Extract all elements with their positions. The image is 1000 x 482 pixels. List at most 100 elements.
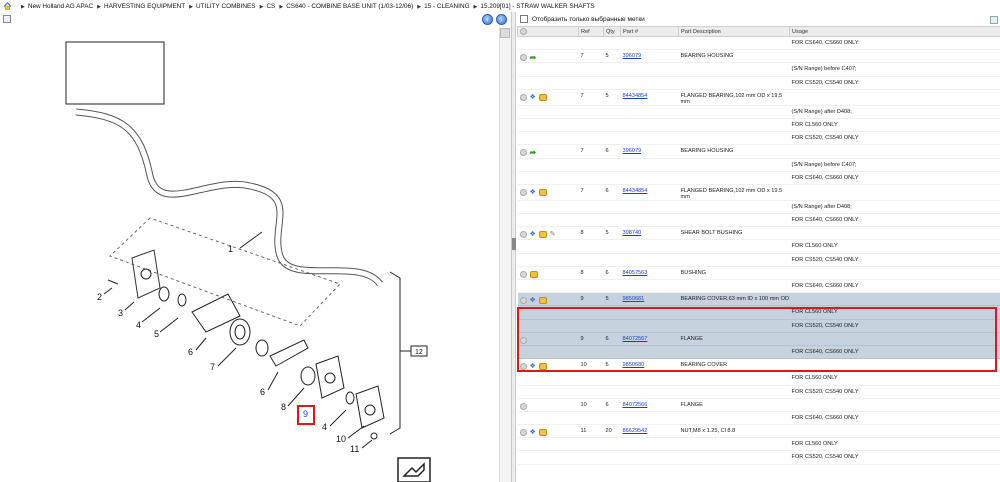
add-to-list-icon[interactable] <box>519 429 527 437</box>
add-to-list-icon[interactable] <box>519 54 527 62</box>
table-row[interactable]: ❖ 7 5 84434854 FLANGED BEARING,102 mm OD x 1… <box>517 89 1000 106</box>
row-icons <box>517 118 579 133</box>
info-icon[interactable]: ❖ <box>530 363 536 370</box>
column-header[interactable]: Part Description <box>678 26 790 37</box>
column-header[interactable] <box>517 26 579 37</box>
table-row[interactable]: FOR CL560 ONLY <box>517 118 1000 133</box>
info-icon[interactable]: ❖ <box>530 297 536 304</box>
kit-icon[interactable] <box>538 363 547 371</box>
breadcrumb-item[interactable]: New Holland AG APAC <box>28 3 93 10</box>
breadcrumb-item[interactable]: UTILITY COMBINES <box>196 3 256 10</box>
breadcrumb-item[interactable]: CS640 - COMBINE BASE UNIT (1/03-12/06) <box>286 3 413 10</box>
table-row[interactable]: FOR CS520, CS540 ONLY <box>517 450 1000 465</box>
table-row[interactable]: 8 6 84057563 BUSHING <box>517 266 1000 281</box>
prev-icon[interactable]: ‹ <box>482 14 493 25</box>
kit-icon[interactable] <box>529 270 538 278</box>
part-number-link[interactable]: 84434854 <box>623 188 648 194</box>
kit-icon[interactable] <box>538 429 547 437</box>
part-number-link[interactable]: 9850680 <box>623 362 645 368</box>
filter-checkbox[interactable] <box>520 15 528 23</box>
cell-part-number: 398740 <box>620 226 679 241</box>
table-row[interactable]: (S/N Range) before C407; <box>517 62 1000 77</box>
info-icon[interactable]: ❖ <box>530 231 536 238</box>
breadcrumb-item[interactable]: CS <box>266 3 275 10</box>
kit-icon[interactable] <box>538 231 547 239</box>
table-row[interactable]: FOR CS520, CS540 ONLY <box>517 76 1000 90</box>
add-to-list-icon[interactable] <box>519 188 527 196</box>
table-row[interactable]: ❖ ✎ 8 5 398740 SHEAR BOLT BUSHING <box>517 226 1000 241</box>
table-row[interactable]: ❖ 7 6 84434854 FLANGED BEARING,102 mm OD x 1… <box>517 184 1000 201</box>
table-row[interactable]: ➦ 7 5 396079 BEARING HOUSING <box>517 49 1000 64</box>
replacement-arrow-icon[interactable]: ➦ <box>530 149 537 157</box>
kit-icon[interactable] <box>538 297 547 305</box>
add-to-list-icon[interactable] <box>519 336 527 344</box>
table-row[interactable]: FOR CS640, CS660 ONLY <box>517 36 1000 51</box>
table-row[interactable]: ❖ 9 5 9850681 BEARING COVER,63 mm ID x 100 m… <box>517 292 1000 307</box>
splitter-grip[interactable] <box>512 238 516 250</box>
table-row[interactable]: FOR CL560 ONLY <box>517 437 1000 452</box>
diagram-scroll-thumb[interactable] <box>500 28 510 38</box>
cell-ref <box>578 385 604 399</box>
column-header[interactable]: Ref <box>578 26 604 37</box>
cell-description <box>678 305 790 320</box>
table-row[interactable]: (S/N Range) after D408; <box>517 105 1000 119</box>
table-row[interactable]: FOR CL560 ONLY <box>517 305 1000 320</box>
add-to-list-icon[interactable] <box>519 402 527 410</box>
column-header[interactable]: Usage <box>789 26 1000 37</box>
add-to-list-icon[interactable] <box>519 270 527 278</box>
replacement-arrow-icon[interactable]: ➦ <box>530 54 537 62</box>
diagram-scrollbar[interactable] <box>499 28 511 482</box>
cell-usage: FOR CS640, CS660 ONLY <box>789 36 1000 51</box>
info-icon[interactable]: ❖ <box>530 189 536 196</box>
part-number-link[interactable]: 84057563 <box>623 270 648 276</box>
part-number-link[interactable]: 9850681 <box>623 296 645 302</box>
table-row[interactable]: FOR CS640, CS660 ONLY <box>517 411 1000 426</box>
fit-icon[interactable] <box>3 15 11 23</box>
cell-usage <box>789 266 1000 281</box>
table-row[interactable]: 10 6 84072566 FLANGE <box>517 398 1000 412</box>
table-row[interactable]: ➦ 7 6 396079 BEARING HOUSING <box>517 144 1000 159</box>
table-row[interactable]: FOR CS520, CS540 ONLY <box>517 319 1000 333</box>
part-number-link[interactable]: 84072566 <box>623 402 648 408</box>
table-row[interactable]: FOR CS640, CS660 ONLY <box>517 279 1000 294</box>
table-row[interactable]: FOR CL560 ONLY <box>517 371 1000 386</box>
table-row[interactable]: FOR CS520, CS540 ONLY <box>517 253 1000 267</box>
add-to-list-icon[interactable] <box>519 363 527 371</box>
service-tool-icon[interactable]: ✎ <box>550 231 556 238</box>
breadcrumb-item[interactable]: 15.209[01] - STRAW WALKER SHAFTS <box>480 3 594 10</box>
table-row[interactable]: ❖ 11 20 86629542 NUT,M8 x 1.25, Cl 8.8 <box>517 424 1000 439</box>
add-to-list-icon[interactable] <box>519 231 527 239</box>
part-number-link[interactable]: 396079 <box>623 53 642 59</box>
panel-toggle-icon[interactable] <box>990 16 998 24</box>
table-row[interactable]: FOR CS640, CS660 ONLY <box>517 171 1000 185</box>
info-icon[interactable]: ❖ <box>530 429 536 436</box>
add-to-list-icon[interactable] <box>519 149 527 157</box>
info-icon[interactable]: ❖ <box>530 94 536 101</box>
kit-icon[interactable] <box>538 93 547 101</box>
table-row[interactable]: FOR CS520, CS540 ONLY <box>517 131 1000 146</box>
cell-qty <box>603 437 621 452</box>
table-row[interactable]: FOR CL560 ONLY <box>517 239 1000 254</box>
select-all-icon[interactable] <box>520 28 527 35</box>
table-row[interactable]: FOR CS520, CS540 ONLY <box>517 385 1000 399</box>
column-header[interactable]: Part # <box>620 26 679 37</box>
table-row[interactable]: (S/N Range) before C407; <box>517 158 1000 172</box>
add-to-list-icon[interactable] <box>519 297 527 305</box>
home-icon[interactable] <box>3 2 12 10</box>
table-row[interactable]: (S/N Range) after D408; <box>517 200 1000 215</box>
part-number-link[interactable]: 86629542 <box>623 428 648 434</box>
add-to-list-icon[interactable] <box>519 93 527 101</box>
part-number-link[interactable]: 396079 <box>623 148 642 154</box>
table-row[interactable]: FOR CS640, CS660 ONLY <box>517 345 1000 360</box>
breadcrumb-item[interactable]: 15 - CLEANING <box>424 3 469 10</box>
part-number-link[interactable]: 398740 <box>623 230 642 236</box>
next-icon[interactable]: › <box>496 14 507 25</box>
part-number-link[interactable]: 84434854 <box>623 93 648 99</box>
breadcrumb-item[interactable]: HARVESTING EQUIPMENT <box>104 3 185 10</box>
kit-icon[interactable] <box>538 188 547 196</box>
table-row[interactable]: ❖ 10 5 9850680 BEARING COVER <box>517 358 1000 373</box>
part-number-link[interactable]: 84072567 <box>623 336 648 342</box>
column-header[interactable]: Qty <box>603 26 621 37</box>
table-row[interactable]: FOR CS640, CS660 ONLY <box>517 213 1000 228</box>
table-row[interactable]: 9 6 84072567 FLANGE <box>517 332 1000 346</box>
